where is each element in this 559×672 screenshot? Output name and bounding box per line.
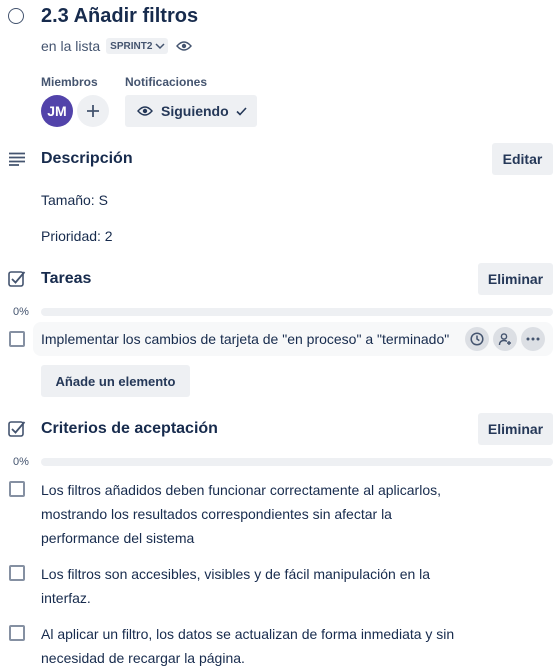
description-line: Tamaño: S — [41, 192, 108, 208]
checklist-item-text[interactable]: Al aplicar un filtro, los datos se actua… — [41, 622, 461, 670]
item-actions-button[interactable] — [521, 327, 545, 351]
watch-button-label: Siguiendo — [161, 103, 229, 119]
eye-icon — [176, 40, 193, 52]
list-breadcrumb: en la lista SPRINT2 — [41, 37, 193, 55]
tasks-title: Tareas — [41, 270, 92, 287]
tasks-progress-percent: 0% — [13, 306, 29, 318]
avatar-initials: JM — [47, 103, 67, 119]
plus-icon — [86, 104, 100, 118]
tasks-progress-bar — [41, 308, 553, 316]
checklist-item-text[interactable]: Los filtros son accesibles, visibles y d… — [41, 562, 441, 610]
card-title[interactable]: 2.3 Añadir filtros — [41, 4, 198, 28]
criteria-progress-percent: 0% — [13, 456, 29, 468]
list-name: SPRINT2 — [110, 40, 153, 52]
eye-icon — [137, 105, 153, 117]
checklist-item-checkbox[interactable] — [9, 625, 25, 641]
description-line: Prioridad: 2 — [41, 228, 113, 244]
list-selector[interactable]: SPRINT2 — [106, 38, 169, 54]
more-icon — [526, 337, 540, 341]
add-user-icon — [498, 332, 512, 346]
assign-member-button[interactable] — [493, 327, 517, 351]
list-prefix: en la lista — [41, 38, 101, 54]
add-checklist-item-button[interactable]: Añade un elemento — [41, 365, 190, 397]
delete-tasks-button[interactable]: Eliminar — [478, 263, 553, 295]
checklist-item-checkbox[interactable] — [9, 331, 25, 347]
checklist-item-text[interactable]: Los filtros añadidos deben funcionar cor… — [41, 478, 451, 550]
add-member-button[interactable] — [77, 95, 109, 127]
watch-button[interactable]: Siguiendo — [125, 95, 257, 127]
checklist-item-checkbox[interactable] — [9, 565, 25, 581]
card-complete-toggle[interactable] — [8, 8, 24, 24]
avatar[interactable]: JM — [41, 95, 73, 127]
clock-icon — [470, 332, 484, 346]
delete-criteria-button[interactable]: Eliminar — [478, 413, 553, 445]
edit-description-button[interactable]: Editar — [492, 143, 553, 175]
checklist-item-checkbox[interactable] — [9, 481, 25, 497]
chevron-down-icon — [155, 42, 165, 50]
checklist-icon — [8, 420, 26, 438]
members-label: Miembros — [41, 75, 98, 89]
notifications-label: Notificaciones — [125, 75, 208, 89]
description-icon — [8, 152, 26, 166]
description-title: Descripción — [41, 150, 133, 167]
checklist-icon — [8, 270, 26, 288]
check-icon — [236, 106, 247, 116]
criteria-title: Criterios de aceptación — [41, 420, 218, 437]
checklist-item-text[interactable]: Implementar los cambios de tarjeta de "e… — [41, 327, 449, 351]
criteria-progress-bar — [41, 458, 553, 466]
due-date-button[interactable] — [465, 327, 489, 351]
